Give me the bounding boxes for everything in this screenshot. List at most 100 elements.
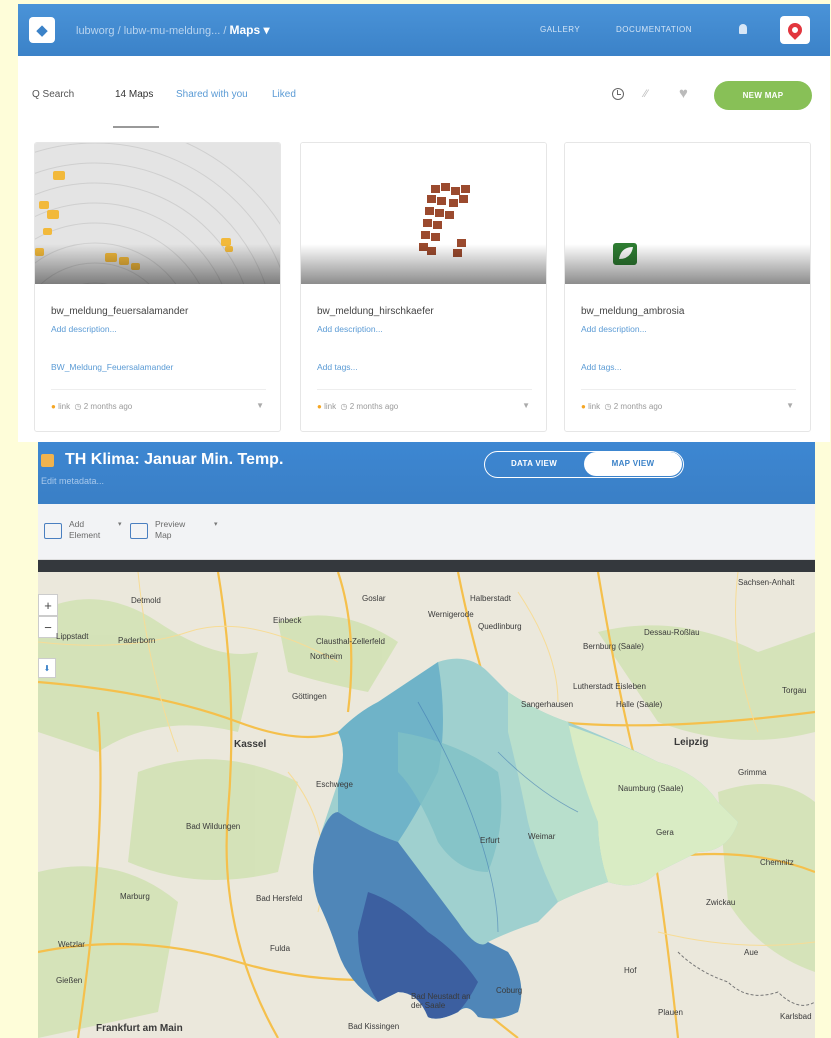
thumbnail-shade — [35, 244, 280, 284]
trend-icon[interactable]: ⁄⁄ — [644, 88, 648, 100]
user-menu-button[interactable] — [780, 16, 810, 44]
map-pin-icon — [785, 20, 805, 40]
map-editor: TH Klima: Januar Min. Temp. Edit metadat… — [38, 442, 815, 1038]
city-label: Clausthal-Zellerfeld — [316, 637, 385, 646]
zoom-out-button[interactable]: − — [38, 616, 58, 638]
city-label: Quedlinburg — [478, 622, 522, 631]
card-footer: ● link ◷ 2 months ago — [51, 402, 132, 411]
privacy-label[interactable]: link — [324, 402, 336, 411]
city-label: Bad Wildungen — [186, 822, 241, 831]
city-label: Weimar — [528, 832, 556, 841]
add-description-link[interactable]: Add description... — [51, 324, 117, 334]
add-description-link[interactable]: Add description... — [581, 324, 647, 334]
city-label: Chemnitz — [760, 858, 794, 867]
preview-map-label[interactable]: Preview Map — [155, 519, 185, 541]
city-label: Frankfurt am Main — [96, 1023, 183, 1034]
breadcrumb-dataset[interactable]: lubw-mu-meldung... — [124, 25, 221, 37]
card-divider — [51, 389, 266, 390]
breadcrumb-current[interactable]: Maps ▾ — [230, 23, 270, 37]
caret-down-icon[interactable]: ▾ — [214, 520, 218, 528]
data-view-button[interactable]: DATA VIEW — [485, 452, 583, 476]
map-title[interactable]: bw_meldung_feuersalamander — [51, 306, 188, 317]
city-label: Lutherstadt Eisleben — [573, 682, 646, 691]
search-button[interactable]: Q Search — [32, 89, 74, 100]
background-margin — [0, 690, 38, 1038]
map-tag[interactable]: BW_Meldung_Feuersalamander — [51, 362, 173, 372]
map-title[interactable]: bw_meldung_hirschkaefer — [317, 306, 434, 317]
city-label: Leipzig — [674, 737, 709, 748]
city-label: Halberstadt — [470, 594, 511, 603]
map-title[interactable]: bw_meldung_ambrosia — [581, 306, 684, 317]
edit-metadata-link[interactable]: Edit metadata... — [41, 476, 104, 486]
privacy-dot-icon: ● — [581, 402, 589, 411]
nav-gallery-link[interactable]: GALLERY — [540, 25, 580, 34]
app-logo[interactable]: ◆ — [29, 17, 55, 43]
city-label: Bad Hersfeld — [256, 894, 303, 903]
privacy-label[interactable]: link — [58, 402, 70, 411]
city-label: Plauen — [658, 1008, 683, 1017]
city-label: Torgau — [782, 686, 807, 695]
add-element-icon[interactable] — [44, 523, 62, 539]
city-label: Wetzlar — [58, 940, 85, 949]
bell-icon[interactable] — [739, 24, 747, 34]
city-label: Eschwege — [316, 780, 353, 789]
city-label: Gießen — [56, 976, 83, 985]
city-label: Paderborn — [118, 636, 156, 645]
zoom-in-button[interactable]: + — [38, 594, 58, 616]
clock-icon[interactable] — [612, 88, 624, 100]
privacy-dot-icon: ● — [317, 402, 325, 411]
add-tags-link[interactable]: Add tags... — [317, 362, 358, 372]
view-toggle: DATA VIEW MAP VIEW — [484, 451, 684, 478]
city-label: Bad Neustadt an der Saale — [411, 992, 471, 1010]
chevron-down-icon[interactable]: ▼ — [256, 401, 264, 410]
map-thumbnail[interactable] — [565, 143, 810, 284]
breadcrumb-org[interactable]: lubworg — [76, 25, 115, 37]
caret-down-icon[interactable]: ▾ — [118, 520, 122, 528]
chevron-down-icon[interactable]: ▼ — [522, 401, 530, 410]
tab-shared[interactable]: Shared with you — [176, 89, 248, 100]
editor-divider-bar — [38, 560, 815, 572]
city-label: Grimma — [738, 768, 767, 777]
map-card[interactable]: bw_meldung_hirschkaefer Add description.… — [300, 142, 547, 432]
city-label: Karlsbad — [780, 1012, 812, 1021]
privacy-label[interactable]: link — [588, 402, 600, 411]
map-title[interactable]: TH Klima: Januar Min. Temp. — [65, 451, 283, 469]
background-margin — [815, 690, 831, 1038]
chevron-down-icon[interactable]: ▼ — [786, 401, 794, 410]
maps-subnav: Q Search 14 Maps Shared with you Liked ⁄… — [18, 76, 830, 128]
map-thumbnail[interactable] — [301, 143, 546, 284]
tab-maps[interactable]: 14 Maps — [115, 89, 153, 100]
updated-time: 2 months ago — [349, 402, 399, 411]
add-tags-link[interactable]: Add tags... — [581, 362, 622, 372]
map-card[interactable]: bw_meldung_ambrosia Add description... A… — [564, 142, 811, 432]
city-label: Halle (Saale) — [616, 700, 663, 709]
city-label: Coburg — [496, 986, 523, 995]
location-pin-icon[interactable]: ⬇ — [38, 658, 56, 678]
card-divider — [317, 389, 532, 390]
city-label: Bernburg (Saale) — [583, 642, 644, 651]
city-label: Bad Kissingen — [348, 1022, 400, 1031]
clock-small-icon: ◷ — [74, 402, 82, 411]
new-map-button[interactable]: NEW MAP — [714, 81, 812, 110]
tab-liked[interactable]: Liked — [272, 89, 296, 100]
map-card[interactable]: bw_meldung_feuersalamander Add descripti… — [34, 142, 281, 432]
add-element-label[interactable]: Add Element — [69, 519, 100, 541]
editor-toolbar: Add Element ▾ Preview Map ▾ — [38, 504, 815, 560]
add-description-link[interactable]: Add description... — [317, 324, 383, 334]
nav-documentation-link[interactable]: DOCUMENTATION — [616, 25, 692, 34]
active-tab-indicator — [113, 126, 159, 128]
city-label: Lippstadt — [56, 632, 89, 641]
preview-map-icon[interactable] — [130, 523, 148, 539]
thumbnail-shade — [301, 244, 546, 284]
city-label: Marburg — [120, 892, 150, 901]
thumbnail-shade — [565, 244, 810, 284]
city-label: Fulda — [270, 944, 291, 953]
heart-icon[interactable]: ♥ — [679, 85, 688, 102]
city-label: Aue — [744, 948, 759, 957]
updated-time: 2 months ago — [613, 402, 663, 411]
map-canvas[interactable]: + − ⬇ Detmold Goslar Halberstadt Wernige… — [38, 572, 815, 1038]
map-thumbnail[interactable] — [35, 143, 280, 284]
city-label: Northeim — [310, 652, 343, 661]
city-label: Goslar — [362, 594, 386, 603]
map-view-button[interactable]: MAP VIEW — [584, 452, 682, 476]
